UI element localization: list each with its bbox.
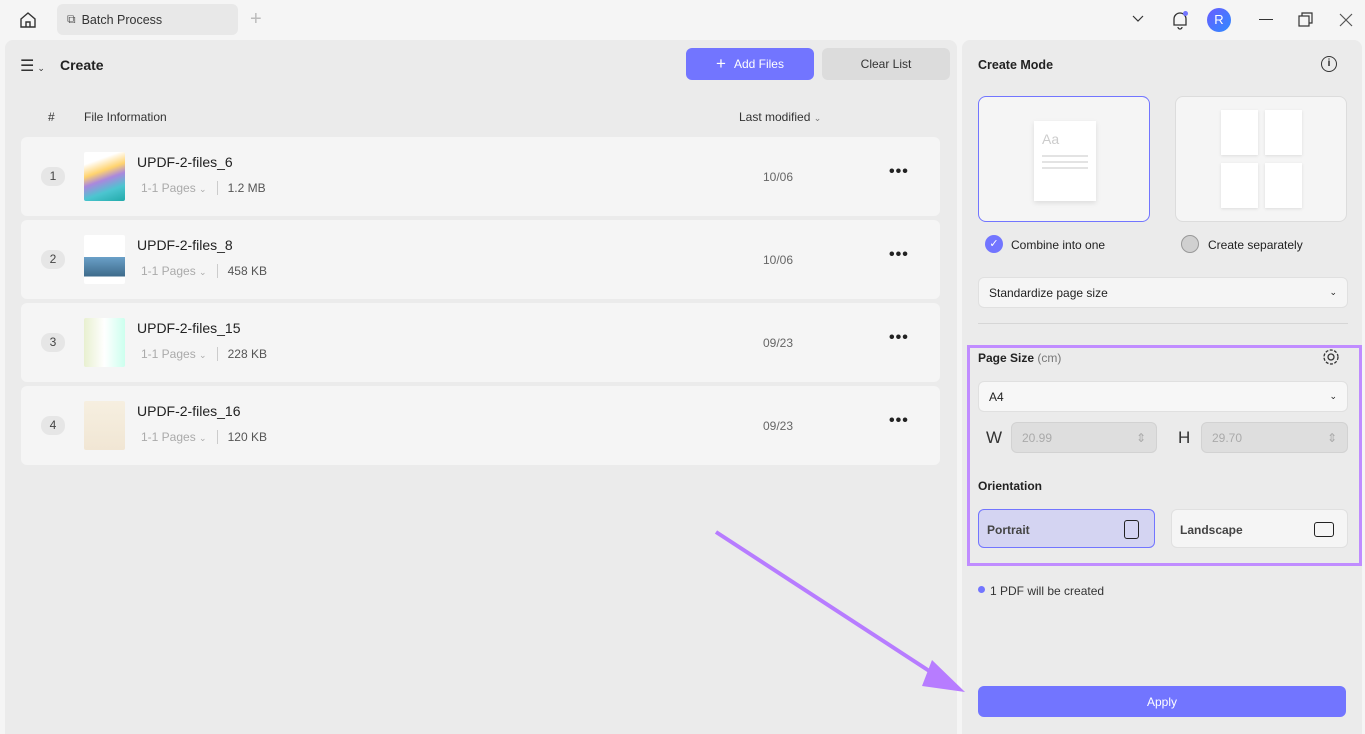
restore-icon[interactable] [1298,12,1314,28]
file-name: UPDF-2-files_15 [137,320,241,336]
page-range-dropdown[interactable]: 1-1 Pages ⌄ [141,264,207,278]
status-text: 1 PDF will be created [990,584,1105,598]
more-options-icon[interactable]: ••• [889,329,909,347]
page-range-dropdown[interactable]: 1-1 Pages ⌄ [141,181,207,195]
file-size: 228 KB [216,347,267,361]
avatar[interactable]: R [1207,8,1231,32]
column-index: # [48,110,55,124]
file-date: 09/23 [763,419,794,433]
separate-radio[interactable] [1181,235,1199,253]
bell-icon[interactable] [1170,9,1190,31]
page-range-dropdown[interactable]: 1-1 Pages ⌄ [141,430,207,444]
file-date: 10/06 [763,253,794,267]
document-illustration: Aa [1034,121,1096,201]
file-date: 09/23 [763,336,794,350]
home-icon[interactable] [18,10,38,30]
row-index: 4 [41,416,65,435]
tab-batch-process[interactable]: ⧉ Batch Process [57,4,238,35]
chevron-down-icon[interactable] [1132,15,1144,23]
apply-button[interactable]: Apply [978,686,1346,717]
file-size: 458 KB [216,264,267,278]
row-index: 2 [41,250,65,269]
batch-icon: ⧉ [67,12,76,26]
file-thumbnail [84,318,125,367]
file-thumbnail [84,401,125,450]
file-size: 120 KB [216,430,267,444]
standardize-dropdown[interactable]: Standardize page size ⌄ [978,277,1348,308]
row-index: 1 [41,167,65,186]
divider [978,323,1348,324]
page-range-dropdown[interactable]: 1-1 Pages ⌄ [141,347,207,361]
more-options-icon[interactable]: ••• [889,163,909,181]
chevron-down-icon: ⌄ [1329,287,1337,297]
create-mode-title: Create Mode [978,58,1054,72]
column-file-info: File Information [84,110,167,124]
more-options-icon[interactable]: ••• [889,246,909,264]
clear-list-button[interactable]: Clear List [822,48,950,80]
file-size: 1.2 MB [216,181,266,195]
table-row[interactable]: 4 UPDF-2-files_16 1-1 Pages ⌄ 120 KB 09/2… [21,386,940,465]
chevron-down-icon: ⌄ [813,113,822,123]
highlight-box [967,345,1362,566]
more-options-icon[interactable]: ••• [889,412,909,430]
table-row[interactable]: 1 UPDF-2-files_6 1-1 Pages ⌄ 1.2 MB 10/06… [21,137,940,216]
table-row[interactable]: 2 UPDF-2-files_8 1-1 Pages ⌄ 458 KB 10/06… [21,220,940,299]
file-name: UPDF-2-files_8 [137,237,233,253]
table-row[interactable]: 3 UPDF-2-files_15 1-1 Pages ⌄ 228 KB 09/2… [21,303,940,382]
combine-radio-checked[interactable]: ✓ [985,235,1003,253]
minimize-icon[interactable] [1259,19,1273,20]
file-thumbnail [84,235,125,284]
file-name: UPDF-2-files_6 [137,154,233,170]
new-tab-icon[interactable]: + [250,8,262,31]
plus-icon: + [716,54,726,73]
title-bar: ⧉ Batch Process + R [0,0,1365,40]
file-thumbnail [84,152,125,201]
add-files-button[interactable]: + Add Files [686,48,814,80]
file-date: 10/06 [763,170,794,184]
separate-label: Create separately [1208,238,1303,252]
annotation-arrow-icon [714,530,965,692]
sort-last-modified[interactable]: Last modified ⌄ [739,110,821,124]
combine-label: Combine into one [1011,238,1106,252]
combine-mode-card[interactable]: Aa [978,96,1150,222]
page-title: Create [60,57,104,73]
close-icon[interactable] [1339,13,1353,27]
info-icon[interactable]: i [1321,56,1337,72]
separate-mode-card[interactable] [1175,96,1347,222]
menu-icon[interactable]: ☰ ⌄ [20,56,45,76]
file-name: UPDF-2-files_16 [137,403,241,419]
row-index: 3 [41,333,65,352]
